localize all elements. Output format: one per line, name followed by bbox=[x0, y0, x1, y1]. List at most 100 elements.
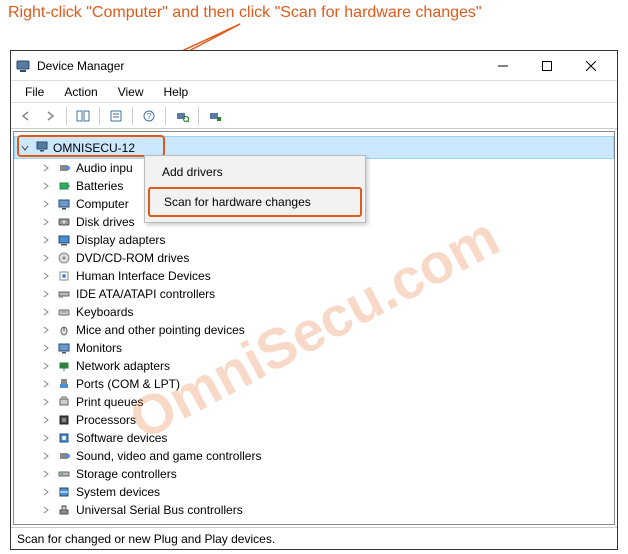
chevron-right-icon bbox=[40, 470, 52, 478]
device-icon bbox=[56, 178, 72, 194]
chevron-right-icon bbox=[40, 182, 52, 190]
tree-node[interactable]: Print queues bbox=[14, 393, 614, 411]
chevron-right-icon bbox=[40, 398, 52, 406]
tree-node-label: Computer bbox=[76, 197, 129, 211]
tree-node[interactable]: Human Interface Devices bbox=[14, 267, 614, 285]
tree-node[interactable]: Ports (COM & LPT) bbox=[14, 375, 614, 393]
toolbar-separator bbox=[99, 107, 100, 125]
device-icon bbox=[56, 358, 72, 374]
tree-node-label: System devices bbox=[76, 485, 160, 499]
tree-node[interactable]: DVD/CD-ROM drives bbox=[14, 249, 614, 267]
chevron-right-icon bbox=[40, 452, 52, 460]
device-manager-window: Device Manager File Action View Help ? bbox=[10, 50, 618, 550]
tree-node-label: Disk drives bbox=[76, 215, 135, 229]
chevron-right-icon bbox=[40, 272, 52, 280]
device-icon bbox=[56, 160, 72, 176]
toolbar-show-hide-button[interactable] bbox=[72, 105, 94, 127]
tree-root-label: OMNISECU-12 bbox=[53, 141, 135, 155]
menu-action[interactable]: Action bbox=[54, 83, 107, 101]
chevron-right-icon bbox=[40, 506, 52, 514]
chevron-down-icon bbox=[19, 143, 31, 153]
toolbar-separator bbox=[132, 107, 133, 125]
titlebar: Device Manager bbox=[11, 51, 617, 81]
menu-view[interactable]: View bbox=[108, 83, 154, 101]
tree-node-label: Sound, video and game controllers bbox=[76, 449, 261, 463]
window-title: Device Manager bbox=[37, 59, 481, 73]
tree-node-label: Display adapters bbox=[76, 233, 165, 247]
chevron-right-icon bbox=[40, 380, 52, 388]
tree-node-label: Ports (COM & LPT) bbox=[76, 377, 180, 391]
tree-node[interactable]: Display adapters bbox=[14, 231, 614, 249]
tree-node-label: Audio inpu bbox=[76, 161, 133, 175]
device-icon bbox=[56, 214, 72, 230]
tree-node[interactable]: Network adapters bbox=[14, 357, 614, 375]
tree-node[interactable]: Storage controllers bbox=[14, 465, 614, 483]
chevron-right-icon bbox=[40, 416, 52, 424]
chevron-right-icon bbox=[40, 200, 52, 208]
device-icon bbox=[56, 412, 72, 428]
chevron-right-icon bbox=[40, 236, 52, 244]
tree-node[interactable]: Processors bbox=[14, 411, 614, 429]
chevron-right-icon bbox=[40, 164, 52, 172]
chevron-right-icon bbox=[40, 434, 52, 442]
toolbar-properties-button[interactable] bbox=[105, 105, 127, 127]
tree-node[interactable]: Keyboards bbox=[14, 303, 614, 321]
tree-node-label: Universal Serial Bus controllers bbox=[76, 503, 243, 517]
toolbar-add-driver-button[interactable] bbox=[204, 105, 226, 127]
close-button[interactable] bbox=[569, 51, 613, 81]
tree-node[interactable]: Software devices bbox=[14, 429, 614, 447]
menu-file[interactable]: File bbox=[15, 83, 54, 101]
app-icon bbox=[15, 58, 31, 74]
maximize-button[interactable] bbox=[525, 51, 569, 81]
tree-node[interactable]: IDE ATA/ATAPI controllers bbox=[14, 285, 614, 303]
tree-node-label: Storage controllers bbox=[76, 467, 177, 481]
tree-node[interactable]: Sound, video and game controllers bbox=[14, 447, 614, 465]
device-icon bbox=[56, 232, 72, 248]
device-icon bbox=[56, 448, 72, 464]
toolbar-separator bbox=[198, 107, 199, 125]
tree-node-label: DVD/CD-ROM drives bbox=[76, 251, 189, 265]
tree-node-label: Keyboards bbox=[76, 305, 133, 319]
chevron-right-icon bbox=[40, 488, 52, 496]
statusbar: Scan for changed or new Plug and Play de… bbox=[11, 527, 617, 549]
context-menu-add-drivers[interactable]: Add drivers bbox=[148, 159, 362, 185]
device-icon bbox=[56, 394, 72, 410]
tree-node-label: Software devices bbox=[76, 431, 167, 445]
toolbar-help-button[interactable]: ? bbox=[138, 105, 160, 127]
toolbar-back-button[interactable] bbox=[15, 105, 37, 127]
instruction-text: Right-click "Computer" and then click "S… bbox=[8, 4, 482, 22]
tree-node[interactable]: Mice and other pointing devices bbox=[14, 321, 614, 339]
chevron-right-icon bbox=[40, 308, 52, 316]
context-menu-scan-hardware[interactable]: Scan for hardware changes bbox=[148, 187, 362, 217]
toolbar-separator bbox=[165, 107, 166, 125]
device-icon bbox=[56, 322, 72, 338]
tree-node-label: Network adapters bbox=[76, 359, 170, 373]
device-icon bbox=[56, 340, 72, 356]
minimize-button[interactable] bbox=[481, 51, 525, 81]
chevron-right-icon bbox=[40, 326, 52, 334]
device-icon bbox=[56, 196, 72, 212]
computer-icon bbox=[35, 139, 49, 156]
toolbar-scan-button[interactable] bbox=[171, 105, 193, 127]
device-icon bbox=[56, 484, 72, 500]
toolbar-separator bbox=[66, 107, 67, 125]
menubar: File Action View Help bbox=[11, 81, 617, 103]
device-tree-panel[interactable]: OMNISECU-12 Audio inpuBatteriesComputerD… bbox=[13, 131, 615, 525]
statusbar-text: Scan for changed or new Plug and Play de… bbox=[17, 532, 275, 546]
tree-node-label: Processors bbox=[76, 413, 136, 427]
device-icon bbox=[56, 250, 72, 266]
tree-node-label: Human Interface Devices bbox=[76, 269, 211, 283]
device-icon bbox=[56, 286, 72, 302]
device-icon bbox=[56, 502, 72, 518]
tree-node[interactable]: System devices bbox=[14, 483, 614, 501]
chevron-right-icon bbox=[40, 344, 52, 352]
tree-node[interactable]: Universal Serial Bus controllers bbox=[14, 501, 614, 519]
menu-help[interactable]: Help bbox=[154, 83, 199, 101]
chevron-right-icon bbox=[40, 254, 52, 262]
tree-node-label: Monitors bbox=[76, 341, 122, 355]
tree-node[interactable]: Monitors bbox=[14, 339, 614, 357]
device-icon bbox=[56, 268, 72, 284]
tree-node-label: Mice and other pointing devices bbox=[76, 323, 245, 337]
toolbar-forward-button[interactable] bbox=[39, 105, 61, 127]
chevron-right-icon bbox=[40, 362, 52, 370]
